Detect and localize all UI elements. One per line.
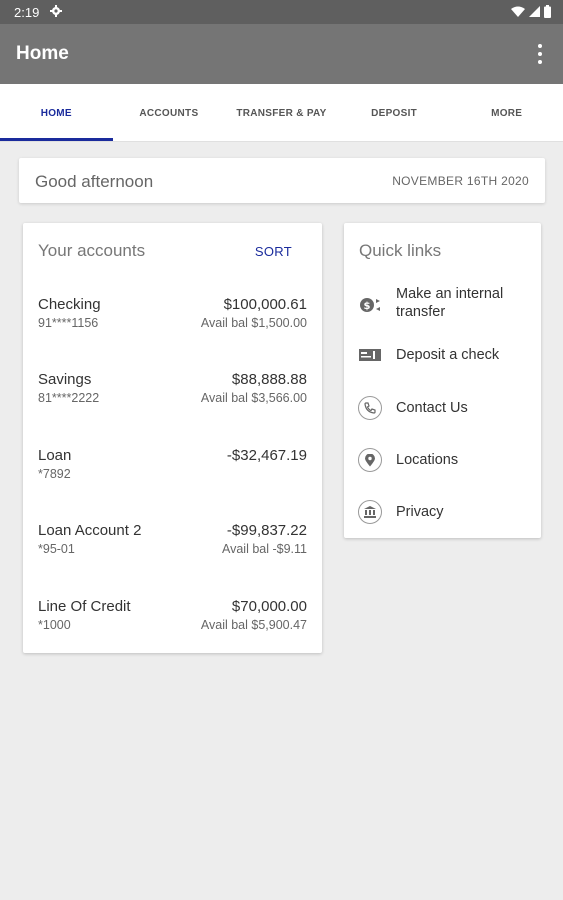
sort-button[interactable]: SORT bbox=[255, 244, 292, 259]
account-number: *1000 bbox=[38, 618, 71, 632]
status-time: 2:19 bbox=[14, 5, 40, 20]
greeting-date: NOVEMBER 16TH 2020 bbox=[392, 174, 529, 188]
overflow-menu-icon[interactable] bbox=[537, 44, 543, 64]
account-balance: -$99,837.22 bbox=[226, 522, 307, 539]
account-row-loan-account-2[interactable]: Loan Account 2 *95-01 -$99,837.22 Avail … bbox=[23, 522, 322, 582]
quick-link-privacy[interactable]: Privacy bbox=[344, 499, 541, 539]
quick-link-label: Make an internal bbox=[396, 286, 504, 302]
accounts-card: Your accounts SORT Checking 91****1156 $… bbox=[23, 223, 322, 653]
greeting-text: Good afternoon bbox=[35, 172, 154, 191]
svg-text:$: $ bbox=[364, 301, 371, 312]
account-row-line-of-credit[interactable]: Line Of Credit *1000 $70,000.00 Avail ba… bbox=[23, 598, 322, 658]
account-balance: $70,000.00 bbox=[231, 598, 307, 615]
account-row-checking[interactable]: Checking 91****1156 $100,000.61 Avail ba… bbox=[23, 296, 322, 356]
settings-gear-icon bbox=[50, 5, 62, 17]
quick-link-contact-us[interactable]: Contact Us bbox=[344, 395, 541, 435]
account-available-balance: Avail bal $1,500.00 bbox=[200, 316, 307, 330]
quick-links-card: Quick links $ Make an internal transfer … bbox=[344, 223, 541, 538]
quick-link-locations[interactable]: Locations bbox=[344, 447, 541, 487]
location-pin-icon bbox=[358, 448, 382, 472]
account-balance: $100,000.61 bbox=[223, 296, 307, 313]
account-number: 91****1156 bbox=[38, 316, 99, 330]
account-available-balance: Avail bal $3,566.00 bbox=[200, 391, 307, 405]
accounts-title: Your accounts bbox=[38, 241, 146, 260]
account-number: *95-01 bbox=[38, 542, 75, 556]
account-number: *7892 bbox=[38, 467, 71, 481]
greeting-card: Good afternoon NOVEMBER 16TH 2020 bbox=[19, 158, 545, 203]
account-name: Loan bbox=[38, 447, 72, 464]
account-balance: -$32,467.19 bbox=[226, 447, 307, 464]
tab-transfer-pay[interactable]: TRANSFER & PAY bbox=[225, 84, 338, 141]
tab-bar: HOME ACCOUNTS TRANSFER & PAY DEPOSIT MOR… bbox=[0, 84, 563, 142]
quick-links-title: Quick links bbox=[359, 241, 442, 260]
signal-icon bbox=[529, 5, 540, 17]
quick-link-label: Locations bbox=[396, 452, 459, 468]
account-name: Checking bbox=[38, 296, 101, 313]
transfer-icon: $ bbox=[360, 298, 380, 312]
app-bar: Home bbox=[0, 24, 563, 84]
account-name: Loan Account 2 bbox=[38, 522, 142, 539]
tab-home[interactable]: HOME bbox=[0, 84, 113, 141]
page-title: Home bbox=[16, 43, 69, 64]
tab-accounts[interactable]: ACCOUNTS bbox=[113, 84, 226, 141]
quick-link-label: Contact Us bbox=[396, 400, 468, 416]
system-icons bbox=[511, 5, 551, 18]
account-available-balance: Avail bal $5,900.47 bbox=[200, 618, 307, 632]
quick-link-label: Deposit a check bbox=[396, 347, 500, 363]
quick-link-label: Privacy bbox=[396, 504, 444, 520]
phone-icon bbox=[358, 396, 382, 420]
account-name: Savings bbox=[38, 371, 92, 388]
quick-link-internal-transfer[interactable]: $ Make an internal transfer bbox=[344, 285, 541, 325]
tab-deposit[interactable]: DEPOSIT bbox=[338, 84, 451, 141]
account-name: Line Of Credit bbox=[38, 598, 131, 615]
account-row-savings[interactable]: Savings 81****2222 $88,888.88 Avail bal … bbox=[23, 371, 322, 431]
account-number: 81****2222 bbox=[38, 391, 100, 405]
quick-link-deposit-check[interactable]: Deposit a check bbox=[344, 344, 541, 384]
wifi-icon bbox=[511, 6, 525, 17]
account-row-loan[interactable]: Loan *7892 -$32,467.19 bbox=[23, 447, 322, 507]
bank-icon bbox=[358, 500, 382, 524]
account-available-balance: Avail bal -$9.11 bbox=[221, 542, 307, 556]
account-balance: $88,888.88 bbox=[231, 371, 307, 388]
tab-more[interactable]: MORE bbox=[450, 84, 563, 141]
quick-link-label-line2: transfer bbox=[396, 304, 446, 320]
status-bar: 2:19 bbox=[0, 0, 563, 24]
battery-icon bbox=[544, 5, 551, 18]
check-icon bbox=[359, 349, 381, 361]
